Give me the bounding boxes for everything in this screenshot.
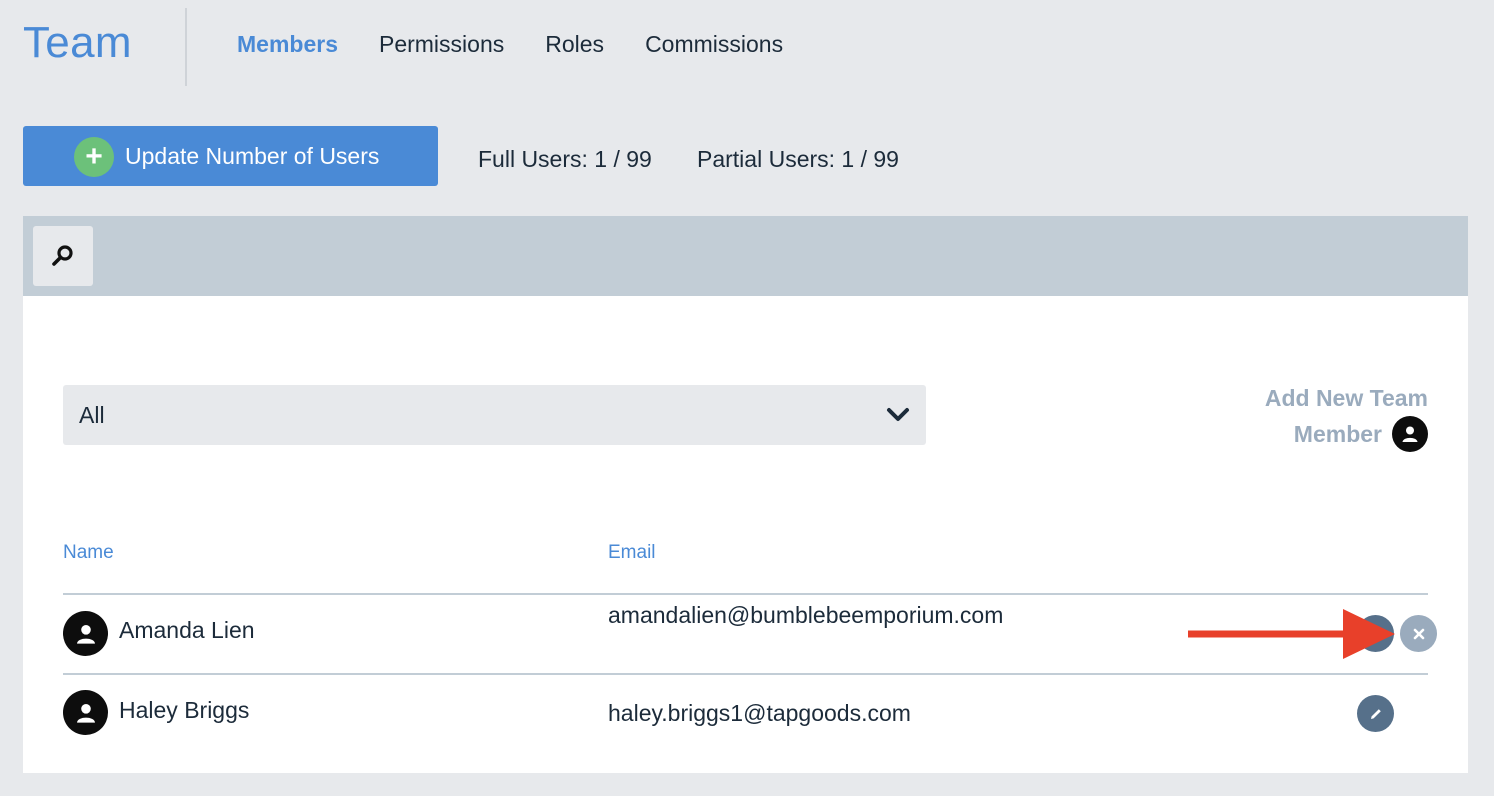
- user-icon: [1392, 416, 1428, 452]
- avatar: [63, 690, 108, 735]
- page-title: Team: [23, 18, 132, 67]
- column-header-email[interactable]: Email: [608, 542, 656, 564]
- header-divider: [185, 8, 187, 86]
- search-button[interactable]: [33, 226, 93, 286]
- full-users-count: Full Users: 1 / 99: [478, 146, 652, 172]
- tab-roles[interactable]: Roles: [545, 31, 604, 58]
- add-member-label-1: Add New Team: [1264, 385, 1428, 411]
- role-filter-select[interactable]: All: [63, 385, 926, 445]
- add-member-label-2: Member: [1293, 421, 1382, 447]
- update-number-of-users-button[interactable]: + Update Number of Users: [23, 126, 438, 186]
- member-name: Amanda Lien: [119, 617, 255, 643]
- avatar: [63, 611, 108, 656]
- remove-member-button[interactable]: [1400, 615, 1437, 652]
- member-name: Haley Briggs: [119, 697, 250, 723]
- close-icon: [1413, 628, 1424, 639]
- chevron-down-icon: [887, 408, 909, 421]
- tab-commissions[interactable]: Commissions: [645, 31, 783, 58]
- update-button-label: Update Number of Users: [125, 143, 380, 169]
- annotation-arrow-icon: [1188, 609, 1395, 659]
- members-panel: All Add New Team Member Name Email Amand: [23, 296, 1468, 773]
- member-email: haley.briggs1@tapgoods.com: [608, 700, 911, 726]
- add-new-team-member-button[interactable]: Add New Team Member: [1198, 380, 1428, 452]
- filter-selected-value: All: [79, 402, 105, 428]
- search-bar: [23, 216, 1468, 296]
- tab-bar: Members Permissions Roles Commissions: [237, 31, 783, 58]
- edit-member-button[interactable]: [1357, 695, 1394, 732]
- table-row: Haley Briggs haley.briggs1@tapgoods.com: [63, 675, 1428, 755]
- tab-permissions[interactable]: Permissions: [379, 31, 504, 58]
- tab-members[interactable]: Members: [237, 31, 338, 58]
- pencil-icon: [1370, 708, 1381, 719]
- member-email: amandalien@bumblebeemporium.com: [608, 602, 1004, 628]
- plus-icon: +: [74, 137, 114, 177]
- search-icon: [52, 245, 73, 266]
- page-header: Team Members Permissions Roles Commissio…: [0, 0, 1494, 96]
- column-header-name[interactable]: Name: [63, 542, 114, 564]
- partial-users-count: Partial Users: 1 / 99: [697, 146, 899, 172]
